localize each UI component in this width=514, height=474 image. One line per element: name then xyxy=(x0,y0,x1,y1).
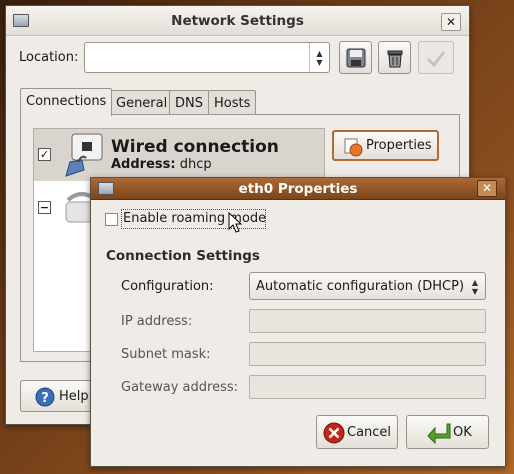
mouse-cursor-icon xyxy=(228,212,242,233)
help-label: Help xyxy=(59,389,89,404)
gateway-address-field xyxy=(249,375,486,399)
wired-connection-name: Wired connection xyxy=(111,137,279,157)
tab-dns[interactable]: DNS xyxy=(169,90,209,115)
tab-general[interactable]: General xyxy=(110,90,174,115)
main-titlebar: Network Settings ✕ xyxy=(6,6,469,36)
configuration-select[interactable]: Automatic configuration (DHCP) ▲ ▼ xyxy=(249,272,486,300)
dialog-title: eth0 Properties xyxy=(238,181,358,197)
ok-button[interactable]: OK xyxy=(406,415,489,449)
subnet-mask-field xyxy=(249,342,486,366)
trash-icon xyxy=(387,50,402,68)
configuration-value: Automatic configuration (DHCP) xyxy=(256,279,465,294)
wired-address-value: dhcp xyxy=(179,157,212,172)
roaming-label: Enable roaming mode xyxy=(123,211,267,226)
modem-enabled-checkbox[interactable]: − xyxy=(38,201,51,214)
save-location-button[interactable] xyxy=(339,41,372,74)
wired-address: Address: dhcp xyxy=(111,157,212,172)
cancel-icon xyxy=(323,422,345,444)
location-label: Location: xyxy=(19,50,79,65)
wired-address-label: Address: xyxy=(111,157,176,172)
tab-hosts[interactable]: Hosts xyxy=(208,90,257,115)
properties-label: Properties xyxy=(366,138,432,153)
subnet-mask-label: Subnet mask: xyxy=(121,347,211,362)
cancel-button[interactable]: Cancel xyxy=(316,415,398,449)
configuration-label: Configuration: xyxy=(121,279,214,294)
tab-connections[interactable]: Connections xyxy=(20,88,113,116)
help-button[interactable]: ? Help xyxy=(20,380,94,412)
checkmark-icon xyxy=(426,51,446,68)
properties-wrench-icon xyxy=(344,138,363,157)
connection-settings-heading: Connection Settings xyxy=(106,248,260,264)
location-combo[interactable]: ▲ ▼ xyxy=(84,42,330,73)
main-close-button[interactable]: ✕ xyxy=(441,13,461,31)
properties-button[interactable]: Properties xyxy=(332,130,439,161)
wired-network-icon xyxy=(65,133,103,177)
gateway-address-label: Gateway address: xyxy=(121,380,239,395)
svg-text:?: ? xyxy=(41,391,49,406)
dialog-titlebar: eth0 Properties ✕ xyxy=(91,178,505,200)
ok-arrow-icon xyxy=(427,423,451,444)
apply-location-button[interactable] xyxy=(418,41,454,74)
floppy-disk-icon xyxy=(346,48,365,68)
cancel-label: Cancel xyxy=(347,425,392,440)
roaming-checkbox[interactable] xyxy=(105,213,118,226)
ok-label: OK xyxy=(453,425,472,440)
configuration-arrows-icon: ▲ ▼ xyxy=(471,278,479,296)
wired-enabled-checkbox[interactable]: ✓ xyxy=(38,148,51,161)
delete-location-button[interactable] xyxy=(378,41,411,74)
help-icon: ? xyxy=(35,387,55,407)
main-window-title: Network Settings xyxy=(171,13,304,29)
ip-address-label: IP address: xyxy=(121,314,193,329)
ip-address-field xyxy=(249,309,486,333)
location-combo-arrows-icon: ▲ ▼ xyxy=(309,43,329,72)
dialog-close-button[interactable]: ✕ xyxy=(477,180,497,197)
